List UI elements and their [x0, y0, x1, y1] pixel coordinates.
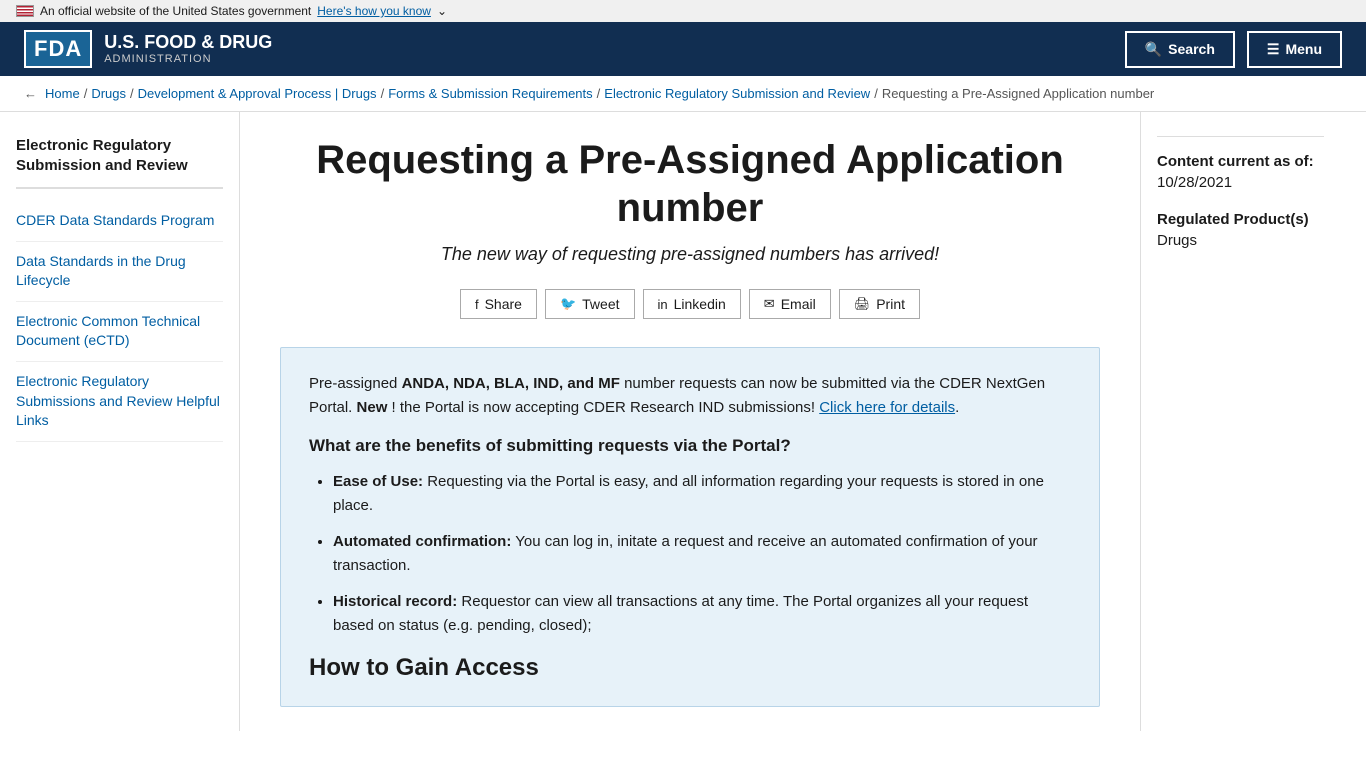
benefits-heading: What are the benefits of submitting requ… — [309, 436, 1071, 456]
sidebar-nav: CDER Data Standards Program Data Standar… — [16, 201, 223, 442]
page-subtitle: The new way of requesting pre-assigned n… — [280, 244, 1100, 265]
search-icon: 🔍 — [1145, 41, 1162, 58]
linkedin-icon: in — [658, 297, 668, 312]
gov-banner-text: An official website of the United States… — [40, 4, 311, 18]
regulated-value: Drugs — [1157, 232, 1324, 249]
agency-name: U.S. FOOD & DRUG — [104, 32, 272, 54]
access-heading: How to Gain Access — [309, 654, 1071, 682]
breadcrumb-drugs[interactable]: Drugs — [91, 86, 126, 101]
page-title: Requesting a Pre-Assigned Application nu… — [280, 136, 1100, 232]
gov-banner-link[interactable]: Here's how you know — [317, 4, 431, 18]
share-linkedin-button[interactable]: in Linkedin — [643, 289, 741, 319]
breadcrumb-forms[interactable]: Forms & Submission Requirements — [388, 86, 592, 101]
regulated-label: Regulated Product(s) — [1157, 211, 1324, 228]
breadcrumb-sep-3: / — [381, 86, 385, 101]
sidebar-item-cder-data[interactable]: CDER Data Standards Program — [16, 201, 223, 242]
breadcrumb-home[interactable]: Home — [45, 86, 80, 101]
benefits-list: Ease of Use: Requesting via the Portal i… — [309, 470, 1071, 638]
breadcrumb-dev[interactable]: Development & Approval Process | Drugs — [138, 86, 377, 101]
gov-banner-chevron: ⌄ — [437, 4, 447, 18]
content-date-value: 10/28/2021 — [1157, 174, 1324, 191]
menu-button[interactable]: ☰ Menu — [1247, 31, 1342, 68]
benefit-automated-bold: Automated confirmation: — [333, 533, 511, 550]
share-email-button[interactable]: ✉ Email — [749, 289, 831, 319]
menu-label: Menu — [1285, 41, 1322, 57]
site-header: FDA U.S. FOOD & DRUG ADMINISTRATION 🔍 Se… — [0, 22, 1366, 76]
facebook-icon: f — [475, 297, 479, 312]
fda-badge: FDA — [24, 30, 92, 68]
print-button[interactable]: 🖨 Print — [839, 289, 920, 319]
content-date-label: Content current as of: — [1157, 153, 1324, 170]
share-twitter-button[interactable]: 🐦 Tweet — [545, 289, 635, 319]
menu-icon: ☰ — [1267, 41, 1280, 58]
meta-divider-top — [1157, 136, 1324, 137]
benefit-ease-text: Requesting via the Portal is easy, and a… — [333, 473, 1044, 514]
breadcrumb-sep-1: / — [84, 86, 88, 101]
benefit-historical: Historical record: Requestor can view al… — [333, 590, 1071, 638]
fda-name: U.S. FOOD & DRUG ADMINISTRATION — [104, 32, 272, 67]
breadcrumb-esr[interactable]: Electronic Regulatory Submission and Rev… — [604, 86, 870, 101]
sidebar-item-helpful-links[interactable]: Electronic Regulatory Submissions and Re… — [16, 362, 223, 442]
bold-types: ANDA, NDA, BLA, IND, and MF — [402, 375, 620, 392]
search-button[interactable]: 🔍 Search — [1125, 31, 1235, 68]
new-bold: New — [357, 399, 388, 416]
sidebar-item-data-standards[interactable]: Data Standards in the Drug Lifecycle — [16, 242, 223, 302]
benefit-historical-bold: Historical record: — [333, 593, 457, 610]
intro-paragraph: Pre-assigned ANDA, NDA, BLA, IND, and MF… — [309, 372, 1071, 420]
share-facebook-button[interactable]: f Share — [460, 289, 537, 319]
right-sidebar: Content current as of: 10/28/2021 Regula… — [1140, 112, 1340, 731]
twitter-icon: 🐦 — [560, 296, 576, 312]
print-icon: 🖨 — [854, 296, 871, 312]
page-wrapper: Electronic Regulatory Submission and Rev… — [0, 112, 1366, 731]
sidebar-title: Electronic Regulatory Submission and Rev… — [16, 136, 223, 189]
header-nav: 🔍 Search ☰ Menu — [1125, 31, 1342, 68]
benefit-ease-bold: Ease of Use: — [333, 473, 423, 490]
department-name: ADMINISTRATION — [104, 53, 272, 66]
gov-banner: An official website of the United States… — [0, 0, 1366, 22]
breadcrumb-current: Requesting a Pre-Assigned Application nu… — [882, 86, 1154, 101]
breadcrumb-sep-2: / — [130, 86, 134, 101]
breadcrumb: ← Home / Drugs / Development & Approval … — [0, 76, 1366, 112]
search-label: Search — [1168, 41, 1215, 57]
benefit-ease: Ease of Use: Requesting via the Portal i… — [333, 470, 1071, 518]
share-label: Share — [485, 296, 522, 312]
intro-text-3: ! the Portal is now accepting CDER Resea… — [392, 399, 820, 416]
breadcrumb-sep-4: / — [597, 86, 601, 101]
regulated-section: Regulated Product(s) Drugs — [1157, 211, 1324, 249]
email-icon: ✉ — [764, 296, 775, 312]
email-label: Email — [781, 296, 816, 312]
main-content: Requesting a Pre-Assigned Application nu… — [240, 112, 1140, 731]
content-box: Pre-assigned ANDA, NDA, BLA, IND, and MF… — [280, 347, 1100, 707]
linkedin-label: Linkedin — [674, 296, 726, 312]
fda-logo-link[interactable]: FDA U.S. FOOD & DRUG ADMINISTRATION — [24, 30, 272, 68]
flag-icon — [16, 5, 34, 17]
tweet-label: Tweet — [582, 296, 619, 312]
breadcrumb-sep-5: / — [874, 86, 878, 101]
print-label: Print — [876, 296, 905, 312]
details-link[interactable]: Click here for details — [819, 399, 955, 416]
home-arrow-icon: ← — [24, 86, 37, 101]
left-sidebar: Electronic Regulatory Submission and Rev… — [0, 112, 240, 731]
content-date-section: Content current as of: 10/28/2021 — [1157, 153, 1324, 191]
benefit-automated: Automated confirmation: You can log in, … — [333, 530, 1071, 578]
sidebar-item-ectd[interactable]: Electronic Common Technical Document (eC… — [16, 302, 223, 362]
share-bar: f Share 🐦 Tweet in Linkedin ✉ Email 🖨 Pr… — [280, 289, 1100, 319]
